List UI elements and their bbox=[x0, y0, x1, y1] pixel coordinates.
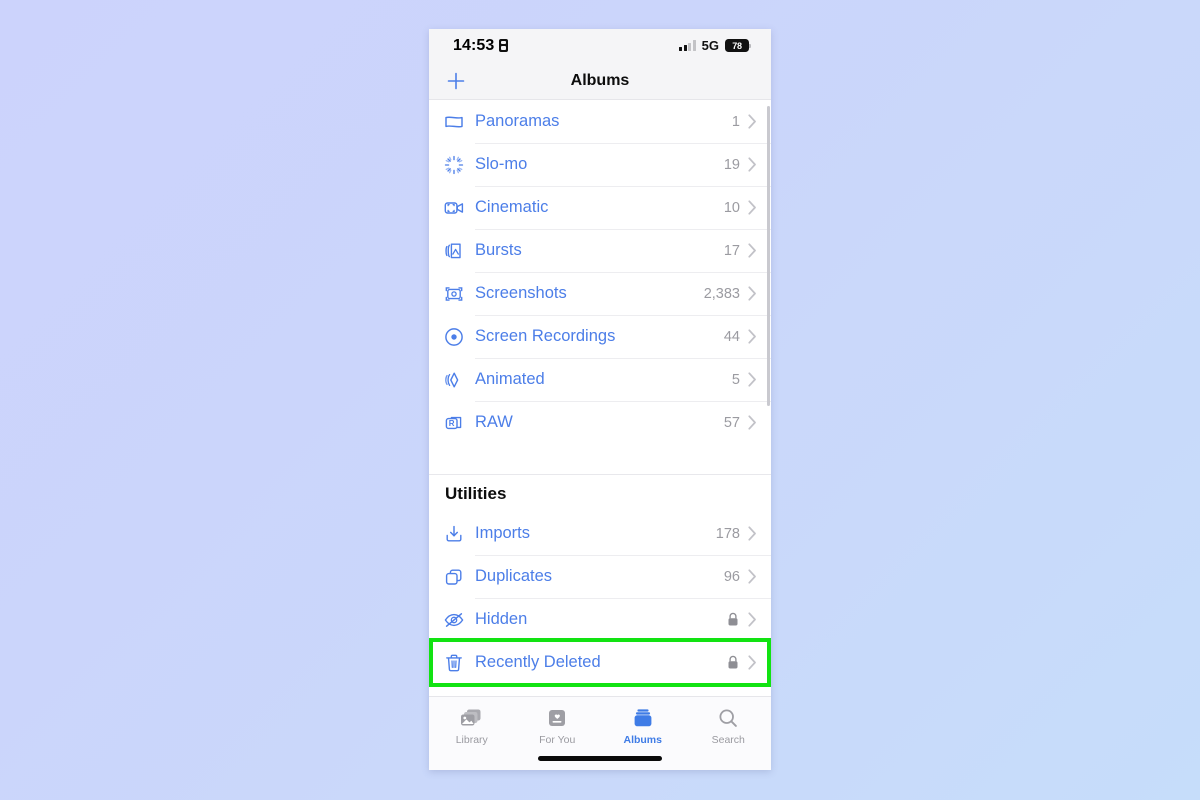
chevron-right-icon bbox=[748, 157, 757, 172]
cinematic-icon bbox=[443, 197, 473, 219]
album-label: Cinematic bbox=[475, 198, 549, 216]
animated-icon bbox=[443, 369, 473, 391]
chevron-right-icon bbox=[748, 569, 757, 584]
screen-recordings-icon bbox=[443, 326, 473, 348]
album-label: Screen Recordings bbox=[475, 327, 616, 345]
album-count: 57 bbox=[723, 414, 740, 431]
album-row-recently-deleted[interactable]: Recently Deleted bbox=[429, 641, 771, 684]
album-count: 10 bbox=[723, 199, 740, 216]
album-row-duplicates[interactable]: Duplicates 96 bbox=[429, 555, 771, 598]
album-row-cinematic[interactable]: Cinematic 10 bbox=[429, 186, 771, 229]
hidden-icon bbox=[443, 609, 473, 631]
utilities-section-header: Utilities bbox=[429, 475, 771, 512]
slomo-icon bbox=[443, 154, 473, 176]
raw-icon: R bbox=[443, 412, 473, 434]
screenshots-icon bbox=[443, 283, 473, 305]
chevron-right-icon bbox=[748, 243, 757, 258]
page-title: Albums bbox=[570, 71, 630, 89]
album-count: 17 bbox=[723, 242, 740, 259]
for-you-icon bbox=[546, 706, 568, 730]
home-indicator bbox=[538, 756, 662, 761]
status-bar-time-group: 14:53 bbox=[453, 36, 509, 55]
battery-icon: 78 bbox=[725, 39, 751, 52]
scrollbar[interactable] bbox=[767, 106, 770, 406]
album-label: Duplicates bbox=[475, 567, 553, 585]
album-row-screen-recordings[interactable]: Screen Recordings 44 bbox=[429, 315, 771, 358]
album-count: 178 bbox=[715, 525, 740, 542]
tab-search[interactable]: Search bbox=[686, 706, 772, 746]
chevron-right-icon bbox=[748, 329, 757, 344]
chevron-right-icon bbox=[748, 655, 757, 670]
tab-label: Library bbox=[455, 734, 488, 746]
photos-library-icon bbox=[459, 706, 484, 730]
media-types-group: Panoramas 1 Slo-mo 19 Cinematic 10 Burst… bbox=[429, 100, 771, 444]
album-count: 1 bbox=[731, 113, 740, 130]
album-count: 96 bbox=[723, 568, 740, 585]
tab-library[interactable]: Library bbox=[429, 706, 515, 746]
album-row-imports[interactable]: Imports 178 bbox=[429, 512, 771, 555]
album-row-slo-mo[interactable]: Slo-mo 19 bbox=[429, 143, 771, 186]
album-row-animated[interactable]: Animated 5 bbox=[429, 358, 771, 401]
album-row-hidden[interactable]: Hidden bbox=[429, 598, 771, 641]
svg-text:R: R bbox=[449, 419, 455, 428]
chevron-right-icon bbox=[748, 612, 757, 627]
album-count: 19 bbox=[723, 156, 740, 173]
battery-percent-label: 78 bbox=[732, 40, 742, 51]
album-label: Animated bbox=[475, 370, 545, 388]
album-row-raw[interactable]: R RAW 57 bbox=[429, 401, 771, 444]
lock-icon bbox=[727, 655, 739, 670]
status-bar: 14:53 5G 78 bbox=[429, 29, 771, 62]
tab-label: Search bbox=[711, 734, 745, 746]
tab-for-you[interactable]: For You bbox=[515, 706, 601, 746]
album-label: Recently Deleted bbox=[475, 653, 601, 671]
album-label: RAW bbox=[475, 413, 513, 431]
album-count: 5 bbox=[731, 371, 740, 388]
album-label: Bursts bbox=[475, 241, 522, 259]
album-label: Imports bbox=[475, 524, 531, 542]
album-row-bursts[interactable]: Bursts 17 bbox=[429, 229, 771, 272]
album-count: 2,383 bbox=[703, 285, 740, 302]
chevron-right-icon bbox=[748, 372, 757, 387]
tab-label: For You bbox=[539, 734, 576, 746]
chevron-right-icon bbox=[748, 526, 757, 541]
bursts-icon bbox=[443, 240, 473, 262]
albums-list[interactable]: Panoramas 1 Slo-mo 19 Cinematic 10 Burst… bbox=[429, 100, 771, 696]
album-row-panoramas[interactable]: Panoramas 1 bbox=[429, 100, 771, 143]
album-label: Hidden bbox=[475, 610, 528, 628]
cellular-signal-icon bbox=[679, 40, 696, 51]
album-label: Slo-mo bbox=[475, 155, 528, 173]
status-bar-time: 14:53 bbox=[453, 36, 495, 54]
panorama-icon bbox=[443, 111, 473, 133]
albums-icon bbox=[632, 706, 654, 730]
search-icon bbox=[717, 706, 739, 730]
imports-icon bbox=[443, 523, 473, 545]
recording-indicator-icon bbox=[499, 39, 509, 52]
status-bar-right: 5G 78 bbox=[679, 29, 751, 62]
album-label: Panoramas bbox=[475, 112, 560, 130]
plus-icon bbox=[447, 72, 465, 90]
album-label: Screenshots bbox=[475, 284, 567, 302]
utilities-group: Imports 178 Duplicates 96 Hidden Recentl… bbox=[429, 512, 771, 684]
album-row-screenshots[interactable]: Screenshots 2,383 bbox=[429, 272, 771, 315]
chevron-right-icon bbox=[748, 200, 757, 215]
chevron-right-icon bbox=[748, 114, 757, 129]
chevron-right-icon bbox=[748, 286, 757, 301]
navigation-bar: Albums bbox=[429, 62, 771, 100]
chevron-right-icon bbox=[748, 415, 757, 430]
lock-icon bbox=[727, 612, 739, 627]
duplicates-icon bbox=[443, 566, 473, 588]
trash-icon bbox=[443, 652, 473, 674]
network-type-label: 5G bbox=[701, 38, 719, 53]
tab-albums[interactable]: Albums bbox=[600, 706, 686, 746]
phone-screen: 14:53 5G 78 Albums Panoramas 1 Slo-mo 19… bbox=[429, 29, 771, 770]
tab-label: Albums bbox=[623, 734, 662, 746]
add-album-button[interactable] bbox=[445, 62, 467, 100]
section-gap bbox=[429, 444, 771, 474]
album-count: 44 bbox=[723, 328, 740, 345]
